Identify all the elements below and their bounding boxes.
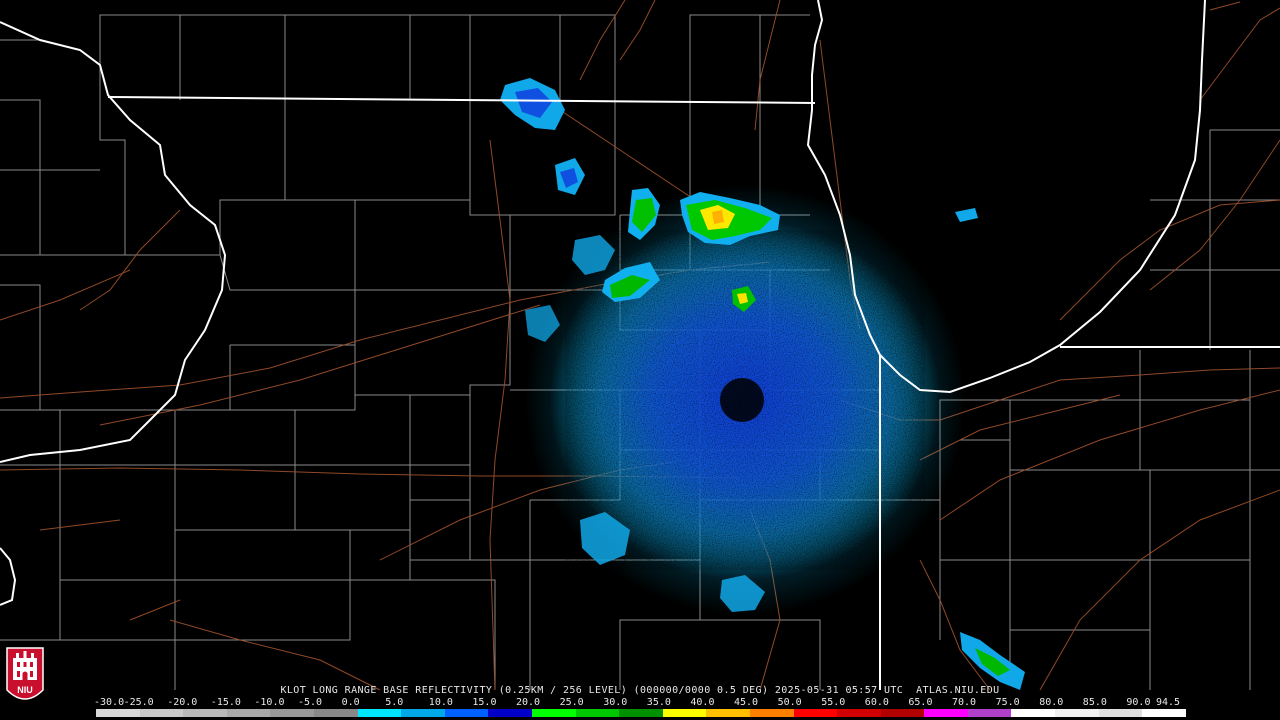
colorbar-label: -30.0 (94, 697, 125, 708)
colorbar-swatch (313, 709, 358, 717)
colorbar-swatch (749, 709, 794, 717)
colorbar-swatch (488, 709, 532, 717)
colorbar-swatch (139, 709, 184, 717)
colorbar-label: 45.0 (734, 697, 759, 708)
colorbar-label: 40.0 (690, 697, 715, 708)
colorbar-label: 25.0 (559, 697, 584, 708)
colorbar-swatch (401, 709, 445, 717)
colorbar-swatch (357, 709, 402, 717)
colorbar-label: 50.0 (777, 697, 802, 708)
colorbar-swatch (706, 709, 750, 717)
reflectivity-colorbar (96, 709, 1186, 717)
radar-map[interactable] (0, 0, 1280, 720)
colorbar-swatch (793, 709, 838, 717)
colorbar-label: 75.0 (995, 697, 1020, 708)
colorbar-label: 10.0 (428, 697, 453, 708)
colorbar-swatch (270, 709, 314, 717)
niu-logo: NIU (6, 647, 44, 700)
colorbar-swatch (662, 709, 707, 717)
colorbar-swatch (1098, 709, 1143, 717)
colorbar-swatch (1055, 709, 1099, 717)
colorbar-label: 60.0 (864, 697, 889, 708)
colorbar-label: 20.0 (516, 697, 541, 708)
colorbar-label: 0.0 (341, 697, 360, 708)
colorbar-swatch (531, 709, 576, 717)
colorbar-swatch (1142, 709, 1186, 717)
product-title: KLOT LONG RANGE BASE REFLECTIVITY (0.25K… (280, 685, 1000, 696)
colorbar-label: -25.0 (123, 697, 154, 708)
colorbar-swatch (837, 709, 881, 717)
colorbar-swatch (444, 709, 489, 717)
colorbar-label: 65.0 (908, 697, 933, 708)
colorbar-swatch (183, 709, 227, 717)
colorbar-label: 94.5 (1156, 697, 1181, 708)
radar-echoes (500, 78, 1025, 690)
colorbar-label: 55.0 (821, 697, 846, 708)
colorbar-swatch (1011, 709, 1056, 717)
colorbar-label: 5.0 (385, 697, 404, 708)
colorbar-swatch (924, 709, 968, 717)
colorbar-label: 85.0 (1082, 697, 1107, 708)
colorbar-swatch (96, 709, 140, 717)
colorbar-swatch (226, 709, 271, 717)
colorbar-swatch (880, 709, 925, 717)
colorbar-label: 30.0 (603, 697, 628, 708)
colorbar-swatch (575, 709, 620, 717)
colorbar-label: 35.0 (646, 697, 671, 708)
colorbar-label: 15.0 (472, 697, 497, 708)
colorbar-labels: -30.0 -25.0 -20.0 -15.0 -10.0 -5.0 0.0 5.0 10.0 1… (94, 697, 1186, 709)
colorbar-swatch (967, 709, 1012, 717)
colorbar-label: -20.0 (167, 697, 198, 708)
colorbar-swatch (619, 709, 663, 717)
colorbar-label: -5.0 (298, 697, 323, 708)
colorbar-label: 90.0 (1126, 697, 1151, 708)
colorbar-label: -10.0 (254, 697, 285, 708)
colorbar-label: 70.0 (952, 697, 977, 708)
colorbar-label: -15.0 (210, 697, 241, 708)
radar-viewer: NIU KLOT LONG RANGE BASE REFLECTIVITY (0… (0, 0, 1280, 720)
colorbar-label: 80.0 (1039, 697, 1064, 708)
